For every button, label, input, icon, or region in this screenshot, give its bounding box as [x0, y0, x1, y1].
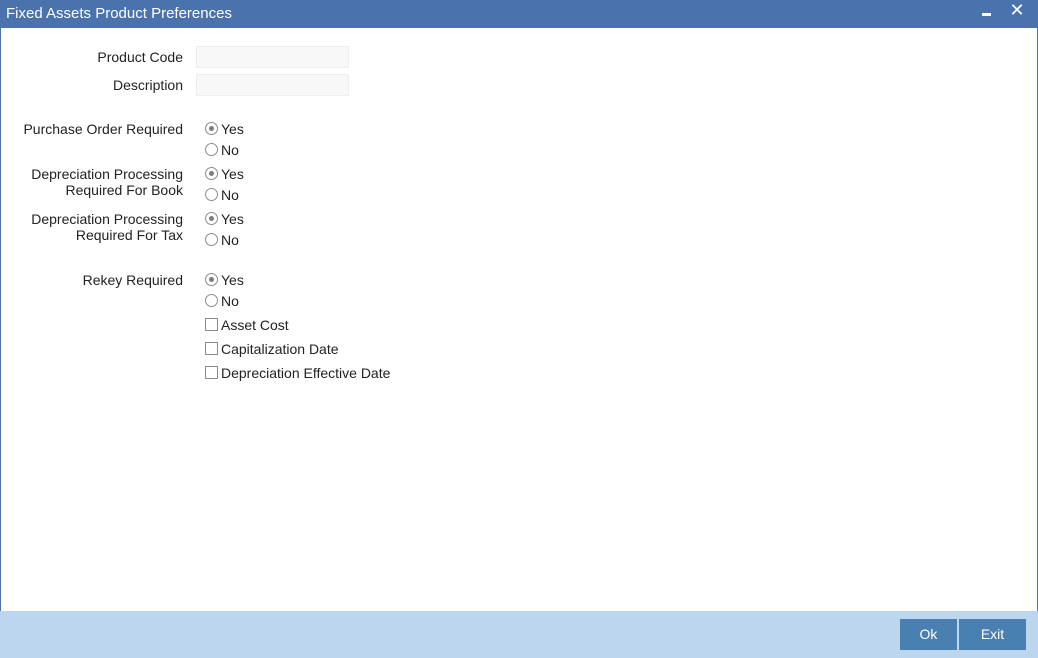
radio-empty-icon	[205, 143, 218, 156]
radio-label: No	[221, 142, 239, 158]
title-bar: Fixed Assets Product Preferences ✕	[0, 0, 1038, 28]
depr-tax-no-radio[interactable]: No	[205, 232, 239, 248]
purchase-order-yes-radio[interactable]: Yes	[205, 121, 244, 137]
depr-tax-yes-radio[interactable]: Yes	[205, 211, 244, 227]
depreciation-effective-date-checkbox[interactable]: Depreciation Effective Date	[205, 365, 390, 381]
depr-tax-label-line1: Depreciation Processing	[31, 211, 183, 227]
depr-tax-label-line2: Required For Tax	[75, 227, 183, 243]
radio-selected-icon	[205, 212, 218, 225]
asset-cost-checkbox[interactable]: Asset Cost	[205, 317, 289, 333]
depr-book-label-line1: Depreciation Processing	[31, 166, 183, 182]
radio-label: Yes	[221, 121, 244, 137]
radio-label: No	[221, 293, 239, 309]
rekey-label: Rekey Required	[82, 272, 183, 288]
checkbox-icon	[205, 318, 218, 331]
depr-book-label-line2: Required For Book	[65, 182, 183, 198]
depr-book-no-radio[interactable]: No	[205, 187, 239, 203]
radio-empty-icon	[205, 294, 218, 307]
radio-empty-icon	[205, 233, 218, 246]
radio-selected-icon	[205, 273, 218, 286]
rekey-yes-radio[interactable]: Yes	[205, 272, 244, 288]
radio-selected-icon	[205, 122, 218, 135]
product-code-label: Product Code	[97, 49, 183, 65]
radio-label: No	[221, 187, 239, 203]
rekey-no-radio[interactable]: No	[205, 293, 239, 309]
radio-label: Yes	[221, 211, 244, 227]
radio-label: Yes	[221, 166, 244, 182]
depr-tax-label: Depreciation Processing Required For Tax	[13, 211, 183, 243]
radio-label: No	[221, 232, 239, 248]
description-label: Description	[112, 77, 183, 93]
product-code-field[interactable]	[196, 46, 349, 68]
radio-label: Yes	[221, 272, 244, 288]
checkbox-icon	[205, 366, 218, 379]
ok-button[interactable]: Ok	[900, 619, 957, 650]
minimize-icon[interactable]	[976, 0, 998, 28]
depr-book-yes-radio[interactable]: Yes	[205, 166, 244, 182]
checkbox-label: Asset Cost	[221, 317, 289, 333]
description-field[interactable]	[196, 74, 349, 96]
close-icon[interactable]: ✕	[1006, 0, 1028, 28]
form-panel	[0, 28, 1038, 611]
purchase-order-label: Purchase Order Required	[23, 121, 183, 137]
exit-button[interactable]: Exit	[959, 619, 1026, 650]
radio-selected-icon	[205, 167, 218, 180]
footer-bar: Ok Exit	[0, 611, 1038, 658]
window-title: Fixed Assets Product Preferences	[6, 5, 232, 22]
checkbox-icon	[205, 342, 218, 355]
depr-book-label: Depreciation Processing Required For Boo…	[13, 166, 183, 198]
purchase-order-no-radio[interactable]: No	[205, 142, 239, 158]
radio-empty-icon	[205, 188, 218, 201]
checkbox-label: Capitalization Date	[221, 341, 339, 357]
capitalization-date-checkbox[interactable]: Capitalization Date	[205, 341, 339, 357]
checkbox-label: Depreciation Effective Date	[221, 365, 391, 381]
